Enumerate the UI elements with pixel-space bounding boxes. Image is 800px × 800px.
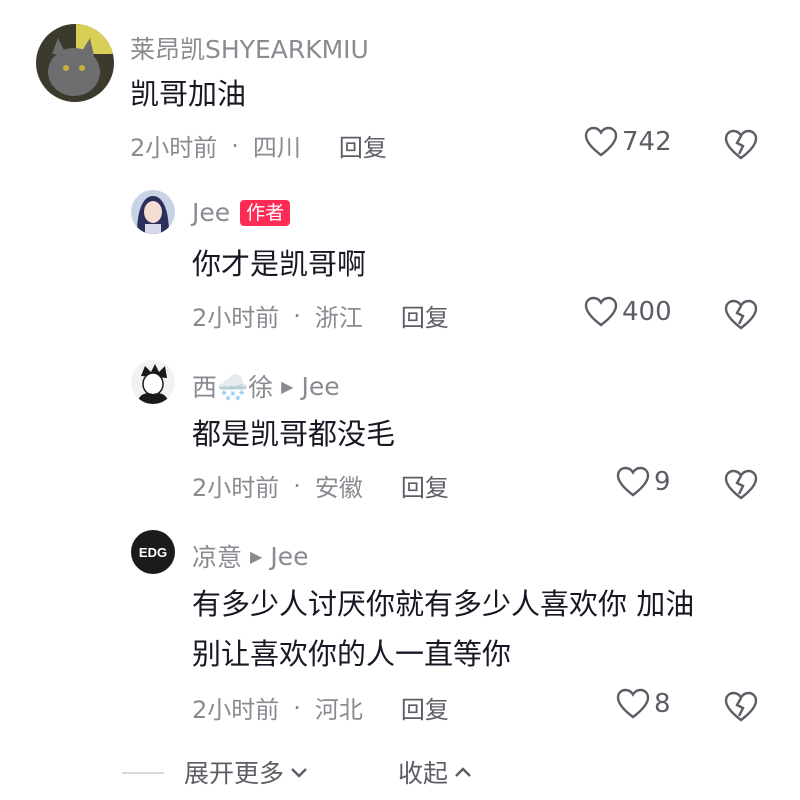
- separator-dot: ·: [293, 693, 301, 722]
- chevron-down-icon: [291, 768, 307, 778]
- dislike-button[interactable]: [724, 690, 758, 724]
- comment-meta: 2小时前 · 河北 回复: [192, 690, 449, 725]
- collapse-label: 收起: [398, 759, 449, 788]
- like-count: 742: [622, 127, 672, 157]
- comment-meta: 2小时前 · 四川 回复: [130, 128, 387, 163]
- reply-to-name: Jee: [301, 371, 340, 401]
- reply-button[interactable]: 回复: [401, 298, 449, 333]
- expand-more-label: 展开更多: [184, 759, 285, 788]
- author-badge: 作者: [240, 199, 291, 226]
- timestamp: 2小时前: [192, 304, 280, 332]
- broken-heart-icon: [724, 129, 758, 160]
- location: 安徽: [314, 474, 363, 502]
- heart-icon: [616, 466, 650, 497]
- reply-arrow-icon: ▶: [250, 546, 263, 566]
- chevron-up-icon: [455, 767, 471, 777]
- avatar[interactable]: EDG: [131, 530, 175, 574]
- dislike-button[interactable]: [724, 128, 758, 162]
- like-button[interactable]: 9: [616, 466, 671, 498]
- reply-button[interactable]: 回复: [401, 690, 449, 725]
- like-button[interactable]: 8: [616, 688, 671, 720]
- divider-line: [122, 772, 164, 774]
- commenter-name[interactable]: Jee 作者: [192, 198, 291, 227]
- heart-icon: [584, 126, 618, 157]
- reply-button[interactable]: 回复: [339, 128, 387, 163]
- dislike-button[interactable]: [724, 468, 758, 502]
- like-button[interactable]: 742: [584, 126, 672, 158]
- location: 浙江: [314, 304, 363, 332]
- like-count: 400: [622, 297, 672, 327]
- broken-heart-icon: [724, 299, 758, 330]
- sketch-avatar-icon: [131, 360, 175, 404]
- location: 河北: [314, 696, 363, 724]
- dislike-button[interactable]: [724, 298, 758, 332]
- avatar[interactable]: [131, 360, 175, 404]
- timestamp: 2小时前: [130, 134, 218, 162]
- comment-text: 你才是凯哥啊: [192, 247, 367, 281]
- commenter-name[interactable]: 莱昂凯SHYEARKMIU: [130, 30, 369, 66]
- avatar-logo-text: EDG: [139, 545, 167, 560]
- comment-text: 都是凯哥都没毛: [192, 417, 396, 451]
- cat-avatar-icon: [36, 24, 114, 102]
- comment-footer: 展开更多 收起: [0, 752, 800, 792]
- like-count: 8: [654, 689, 671, 719]
- separator-dot: ·: [293, 471, 301, 500]
- reply-arrow-icon: ▶: [281, 376, 294, 396]
- comment-text-line-1: 有多少人讨厌你就有多少人喜欢你 加油: [192, 587, 695, 621]
- separator-dot: ·: [293, 301, 301, 330]
- timestamp: 2小时前: [192, 696, 280, 724]
- reply-to-name: Jee: [270, 541, 309, 571]
- comment-text-line-2: 别让喜欢你的人一直等你: [192, 637, 512, 671]
- commenter-name[interactable]: 凉意 ▶ Jee: [192, 538, 308, 574]
- commenter-name[interactable]: 西🌨️徐 ▶ Jee: [192, 368, 340, 404]
- expand-more-button[interactable]: 展开更多: [184, 754, 310, 790]
- like-button[interactable]: 400: [584, 296, 672, 328]
- broken-heart-icon: [724, 691, 758, 722]
- avatar[interactable]: [131, 190, 175, 234]
- location: 四川: [252, 134, 301, 162]
- collapse-button[interactable]: 收起: [398, 754, 474, 790]
- anime-avatar-icon: [131, 190, 175, 234]
- comment-text: 凯哥加油: [130, 77, 247, 111]
- like-count: 9: [654, 467, 671, 497]
- separator-dot: ·: [231, 131, 239, 160]
- broken-heart-icon: [724, 469, 758, 500]
- comment-meta: 2小时前 · 浙江 回复: [192, 298, 449, 333]
- avatar[interactable]: [36, 24, 114, 102]
- edg-logo-avatar-icon: EDG: [131, 530, 175, 574]
- heart-icon: [584, 296, 618, 327]
- reply-button[interactable]: 回复: [401, 468, 449, 503]
- timestamp: 2小时前: [192, 474, 280, 502]
- comment-meta: 2小时前 · 安徽 回复: [192, 468, 449, 503]
- heart-icon: [616, 688, 650, 719]
